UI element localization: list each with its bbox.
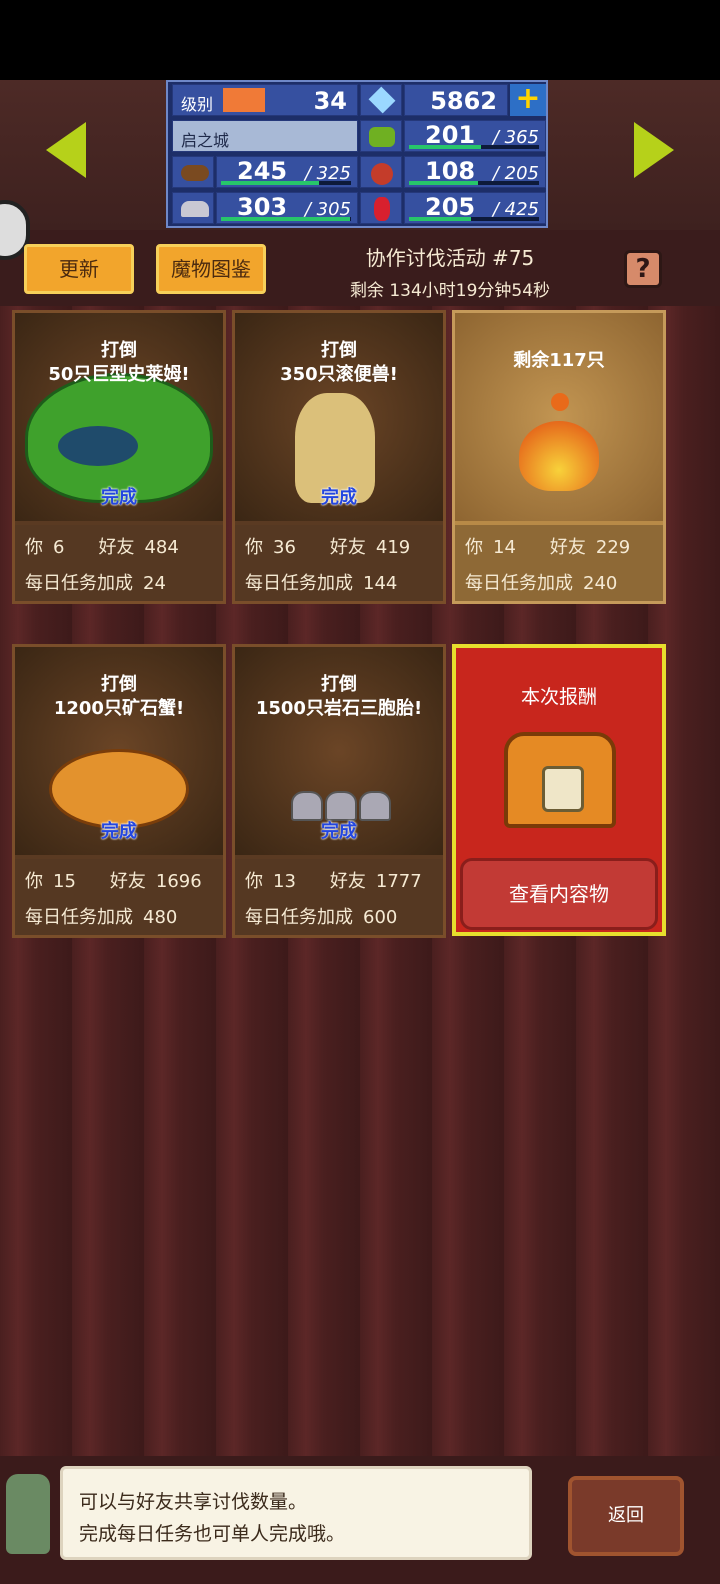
daily-bonus: 24 — [143, 573, 166, 594]
you-label: 你 — [25, 537, 43, 558]
town-name: 启之城 — [181, 131, 230, 150]
mission-card[interactable]: 打倒 1500只岩石三胞胎! 完成 你 13 好友 1777 每日任务加成 600 — [232, 644, 446, 938]
friends-count: 1777 — [375, 871, 422, 892]
mission-stats: 你 13 好友 1777 每日任务加成 600 — [235, 859, 443, 935]
mission-stats: 你 36 好友 419 每日任务加成 144 — [235, 525, 443, 601]
grass-cell: 201 / 365 — [404, 120, 546, 152]
event-title: 协作讨伐活动 #75 — [365, 246, 535, 270]
wood-bar — [221, 181, 351, 185]
tip-dialog: 可以与好友共享讨伐数量。 完成每日任务也可单人完成哦。 — [60, 1466, 532, 1560]
daily-label: 每日任务加成 — [245, 907, 353, 928]
mission-art: 打倒 50只巨型史莱姆! 完成 — [15, 313, 223, 521]
food-cell: 108 / 205 — [404, 156, 546, 188]
tip-line-2: 完成每日任务也可单人完成哦。 — [79, 1523, 346, 1545]
daily-label: 每日任务加成 — [25, 907, 133, 928]
reward-card: 本次报酬 查看内容物 — [452, 644, 666, 936]
mission-complete-label: 完成 — [321, 487, 357, 508]
you-count: 6 — [53, 537, 65, 558]
level-progress — [223, 88, 265, 112]
you-count: 14 — [493, 537, 516, 558]
friends-label: 好友 — [109, 871, 146, 892]
daily-label: 每日任务加成 — [25, 573, 133, 594]
daily-bonus: 144 — [363, 573, 398, 594]
guide-character-icon — [6, 1474, 50, 1554]
ore-cell: 303 / 305 — [216, 192, 358, 224]
ore-bar — [221, 217, 351, 221]
daily-label: 每日任务加成 — [465, 573, 573, 594]
food-bar — [409, 181, 539, 185]
you-label: 你 — [25, 871, 43, 892]
you-count: 13 — [273, 871, 296, 892]
flame-monster-icon — [519, 393, 599, 491]
mission-card-active[interactable]: 剩余117只 你 14 好友 229 每日任务加成 240 — [452, 310, 666, 604]
mission-art: 打倒 350只滚便兽! 完成 — [235, 313, 443, 521]
you-count: 36 — [273, 537, 296, 558]
you-count: 15 — [53, 871, 76, 892]
wood-cell: 245 / 325 — [216, 156, 358, 188]
you-label: 你 — [245, 537, 263, 558]
bestiary-button[interactable]: 魔物图鉴 — [156, 244, 266, 294]
daily-bonus: 600 — [363, 907, 398, 928]
mission-task: 打倒 1200只矿石蟹! — [53, 674, 185, 719]
reward-title: 本次报酬 — [520, 686, 597, 708]
food-icon — [360, 156, 402, 188]
mission-card[interactable]: 打倒 350只滚便兽! 完成 你 36 好友 419 每日任务加成 144 — [232, 310, 446, 604]
friends-count: 419 — [375, 537, 411, 558]
you-label: 你 — [465, 537, 483, 558]
mission-card[interactable]: 打倒 1200只矿石蟹! 完成 你 15 好友 1696 每日任务加成 480 — [12, 644, 226, 938]
ruby-cell: 205 / 425 — [404, 192, 546, 224]
ore-icon — [172, 192, 214, 224]
friends-label: 好友 — [549, 537, 586, 558]
daily-bonus: 480 — [143, 907, 178, 928]
mission-task: 打倒 1500只岩石三胞胎! — [255, 674, 423, 719]
gem-cell: 5862 — [404, 84, 508, 116]
mission-art: 打倒 1200只矿石蟹! 完成 — [15, 647, 223, 855]
friends-count: 229 — [595, 537, 631, 558]
gem-icon — [360, 84, 402, 116]
refresh-button[interactable]: 更新 — [24, 244, 134, 294]
level-value: 34 — [313, 87, 347, 115]
daily-label: 每日任务加成 — [245, 573, 353, 594]
grass-bar — [409, 145, 539, 149]
daily-bonus: 240 — [583, 573, 618, 594]
mission-remaining: 剩余117只 — [513, 350, 605, 371]
mission-stats: 你 15 好友 1696 每日任务加成 480 — [15, 859, 223, 935]
mission-complete-label: 完成 — [321, 821, 357, 842]
mission-art: 剩余117只 — [455, 313, 663, 521]
mission-task: 打倒 350只滚便兽! — [280, 340, 398, 385]
resource-panel: 级别 34 5862 + 启之城 201 / 365 245 / 325 108… — [166, 80, 548, 228]
add-gems-button[interactable]: + — [510, 84, 546, 116]
treasure-chest-icon — [504, 732, 616, 828]
next-arrow-button[interactable] — [634, 122, 674, 178]
level-label: 级别 — [181, 95, 214, 114]
you-label: 你 — [245, 871, 263, 892]
friends-count: 1696 — [155, 871, 202, 892]
friends-count: 484 — [144, 537, 179, 558]
mission-card[interactable]: 打倒 50只巨型史莱姆! 完成 你 6 好友 484 每日任务加成 24 — [12, 310, 226, 604]
mission-art: 打倒 1500只岩石三胞胎! 完成 — [235, 647, 443, 855]
event-remaining-time: 剩余 134小时19分钟54秒 — [349, 281, 551, 301]
status-bar — [0, 0, 720, 80]
mission-complete-label: 完成 — [101, 821, 137, 842]
back-button[interactable]: 返回 — [568, 1476, 684, 1556]
friends-label: 好友 — [98, 537, 135, 558]
level-cell: 级别 34 — [172, 84, 358, 116]
mission-task: 打倒 50只巨型史莱姆! — [48, 340, 190, 385]
mission-complete-label: 完成 — [101, 487, 137, 508]
friends-label: 好友 — [329, 537, 366, 558]
mission-stats: 你 14 好友 229 每日任务加成 240 — [455, 525, 663, 601]
view-contents-button[interactable]: 查看内容物 — [460, 858, 658, 930]
tip-line-1: 可以与好友共享讨伐数量。 — [79, 1491, 308, 1513]
help-button[interactable]: ? — [624, 250, 662, 288]
ruby-bar — [409, 217, 539, 221]
rock-triplets-icon — [291, 787, 391, 821]
town-cell: 启之城 — [172, 120, 358, 152]
prev-arrow-button[interactable] — [46, 122, 86, 178]
grass-icon — [360, 120, 402, 152]
gem-count: 5862 — [430, 87, 497, 115]
mission-stats: 你 6 好友 484 每日任务加成 24 — [15, 525, 223, 601]
wood-icon — [172, 156, 214, 188]
friends-label: 好友 — [329, 871, 366, 892]
ruby-icon — [360, 192, 402, 224]
